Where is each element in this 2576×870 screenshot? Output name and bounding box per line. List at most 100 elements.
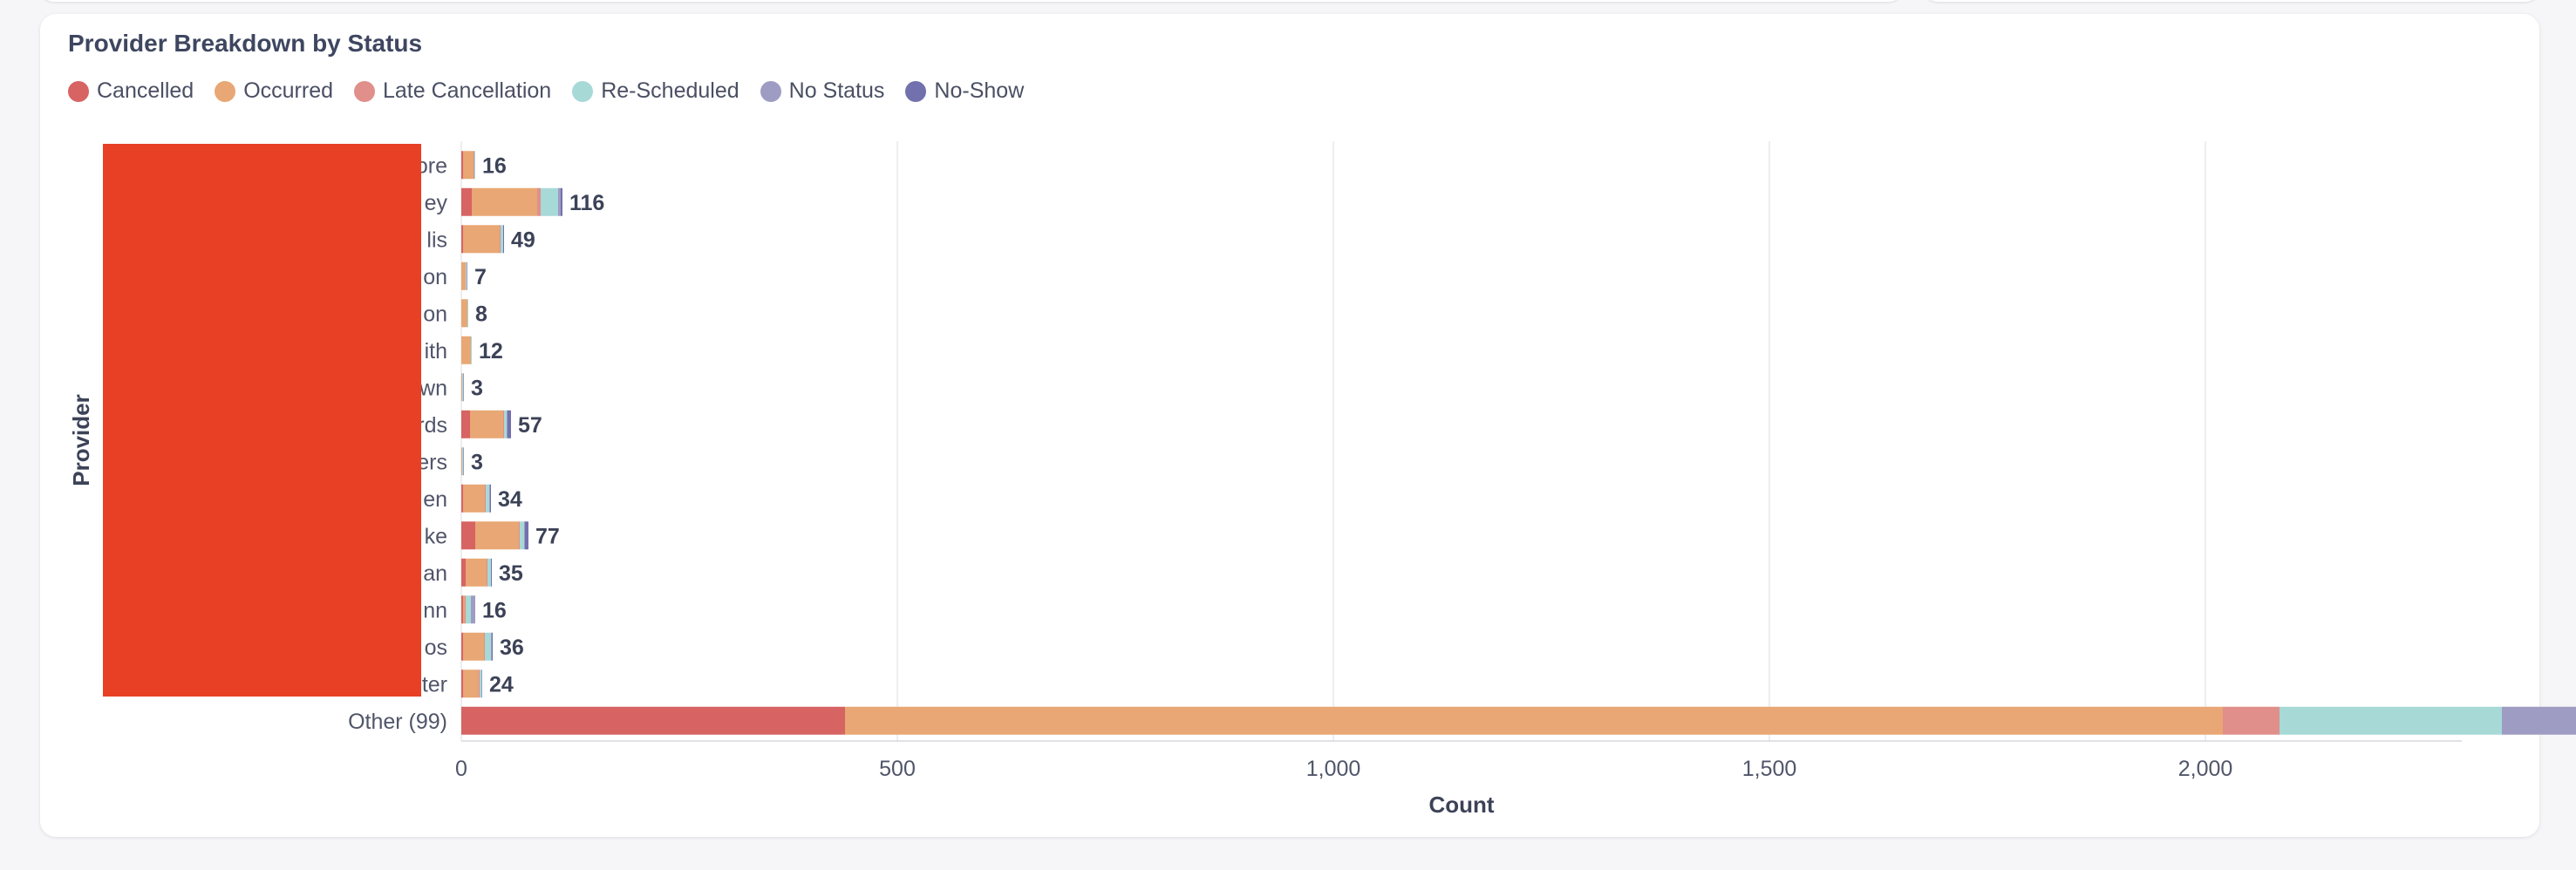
bar-segment-re-scheduled[interactable] — [466, 595, 471, 624]
bar-total-label: 34 — [498, 487, 522, 512]
bar-segment-occurred[interactable] — [463, 225, 500, 254]
bar-segment-no-show[interactable] — [491, 558, 492, 587]
bar-segment-cancelled[interactable] — [461, 632, 463, 661]
bar-segment-no-status[interactable] — [463, 373, 464, 402]
bar-segment-no-status[interactable] — [524, 521, 525, 550]
bar-segment-late-cancellation[interactable] — [479, 669, 480, 698]
bar-segment-re-scheduled[interactable] — [485, 632, 491, 661]
category-label: lis — [426, 228, 447, 252]
bar-segment-re-scheduled[interactable] — [462, 447, 463, 476]
bar-segment-no-status[interactable] — [489, 484, 490, 513]
bar-segment-no-show[interactable] — [525, 521, 528, 550]
category-label: ke — [425, 524, 447, 548]
bar-segment-no-show[interactable] — [561, 187, 562, 216]
bar-segment-occurred[interactable] — [466, 558, 487, 587]
bar-segment-no-status[interactable] — [481, 669, 482, 698]
bar-segment-re-scheduled[interactable] — [466, 262, 467, 290]
bar-segment-occurred[interactable] — [461, 299, 467, 328]
bar-segment-late-cancellation[interactable] — [537, 187, 541, 216]
category-label: nn — [423, 598, 447, 622]
bar-segment-no-show[interactable] — [492, 632, 493, 661]
bar-segment-late-cancellation[interactable] — [485, 484, 486, 513]
bar-segment-re-scheduled[interactable] — [486, 484, 489, 513]
bar-total-label: 36 — [500, 636, 524, 660]
bar-segment-occurred[interactable] — [463, 595, 465, 624]
bar-total-label: 77 — [535, 524, 560, 548]
bar-segment-no-status[interactable] — [507, 410, 508, 438]
bar-segment-cancelled[interactable] — [461, 558, 466, 587]
bar-segment-occurred[interactable] — [463, 669, 479, 698]
bar-segment-re-scheduled[interactable] — [520, 521, 524, 550]
bar-segment-re-scheduled[interactable] — [501, 225, 503, 254]
bar-segment-no-status[interactable] — [463, 447, 464, 476]
bar-segment-late-cancellation[interactable] — [2223, 706, 2280, 735]
bar-total-label: 35 — [499, 561, 523, 586]
bar-segment-occurred[interactable] — [463, 151, 474, 180]
bar-segment-occurred[interactable] — [470, 410, 503, 438]
bar-total-label: 24 — [489, 672, 514, 697]
bar-segment-occurred[interactable] — [461, 447, 462, 476]
category-label: ter — [422, 672, 447, 697]
bar-segment-re-scheduled[interactable] — [467, 299, 468, 328]
bar-segment-occurred[interactable] — [472, 187, 537, 216]
bar-segment-occurred[interactable] — [463, 484, 485, 513]
y-axis-title: Provider — [68, 394, 94, 486]
bar-segment-re-scheduled[interactable] — [504, 410, 507, 438]
category-label: on — [423, 302, 447, 326]
bar-segment-re-scheduled[interactable] — [541, 187, 558, 216]
category-label: ith — [425, 339, 447, 364]
bar-segment-late-cancellation[interactable] — [519, 521, 520, 550]
bar-segment-cancelled[interactable] — [461, 410, 470, 438]
bar-segment-cancelled[interactable] — [461, 187, 472, 216]
bar-total-label: 16 — [482, 598, 507, 622]
bar-total-label: 16 — [482, 153, 507, 178]
bar-segment-no-status[interactable] — [558, 187, 561, 216]
bar-segment-occurred[interactable] — [463, 632, 484, 661]
bar-segment-cancelled[interactable] — [461, 595, 463, 624]
bar-segment-re-scheduled[interactable] — [2280, 706, 2502, 735]
bar-total-label: 12 — [479, 339, 503, 364]
bar-segment-re-scheduled[interactable] — [474, 151, 475, 180]
bar-total-label: 7 — [474, 265, 487, 289]
bar-segment-no-show[interactable] — [508, 410, 511, 438]
category-label: an — [423, 561, 447, 586]
bar-total-label: 49 — [511, 228, 535, 252]
bar-segment-cancelled[interactable] — [461, 484, 463, 513]
bar-segment-re-scheduled[interactable] — [487, 558, 491, 587]
x-tick-label: 2,000 — [2178, 757, 2233, 781]
category-label: wn — [419, 376, 447, 400]
bar-segment-cancelled[interactable] — [461, 669, 463, 698]
bar-total-label: 3 — [471, 376, 483, 400]
bar-segment-late-cancellation[interactable] — [500, 225, 501, 254]
x-tick-label: 1,500 — [1742, 757, 1797, 781]
bar-segment-occurred[interactable] — [845, 706, 2223, 735]
bar-segment-cancelled[interactable] — [461, 706, 845, 735]
bar-segment-occurred[interactable] — [461, 336, 471, 364]
bar-total-label: 3 — [471, 450, 483, 474]
category-label: en — [423, 487, 447, 512]
bar-segment-re-scheduled[interactable] — [462, 373, 463, 402]
bar-segment-no-status[interactable] — [2502, 706, 2576, 735]
bar-segment-no-status[interactable] — [471, 595, 475, 624]
x-tick-label: 0 — [455, 757, 467, 781]
x-tick-label: 1,000 — [1306, 757, 1361, 781]
bar-total-label: 8 — [475, 302, 487, 326]
bar-segment-occurred[interactable] — [475, 521, 519, 550]
bar-segment-occurred[interactable] — [461, 373, 462, 402]
bar-segment-re-scheduled[interactable] — [480, 669, 481, 698]
category-label: rds — [417, 413, 447, 438]
x-tick-label: 500 — [879, 757, 916, 781]
bar-segment-cancelled[interactable] — [461, 151, 463, 180]
bar-segment-late-cancellation[interactable] — [465, 595, 466, 624]
bar-segment-late-cancellation[interactable] — [503, 410, 504, 438]
bar-segment-cancelled[interactable] — [461, 521, 475, 550]
bar-segment-no-status[interactable] — [491, 632, 492, 661]
bar-segment-late-cancellation[interactable] — [484, 632, 485, 661]
bar-total-label: 116 — [569, 191, 604, 215]
category-label: os — [425, 636, 447, 660]
bar-segment-re-scheduled[interactable] — [471, 336, 472, 364]
bar-segment-occurred[interactable] — [461, 262, 466, 290]
bar-segment-cancelled[interactable] — [461, 225, 463, 254]
bar-segment-no-show[interactable] — [490, 484, 491, 513]
bar-segment-no-show[interactable] — [503, 225, 504, 254]
